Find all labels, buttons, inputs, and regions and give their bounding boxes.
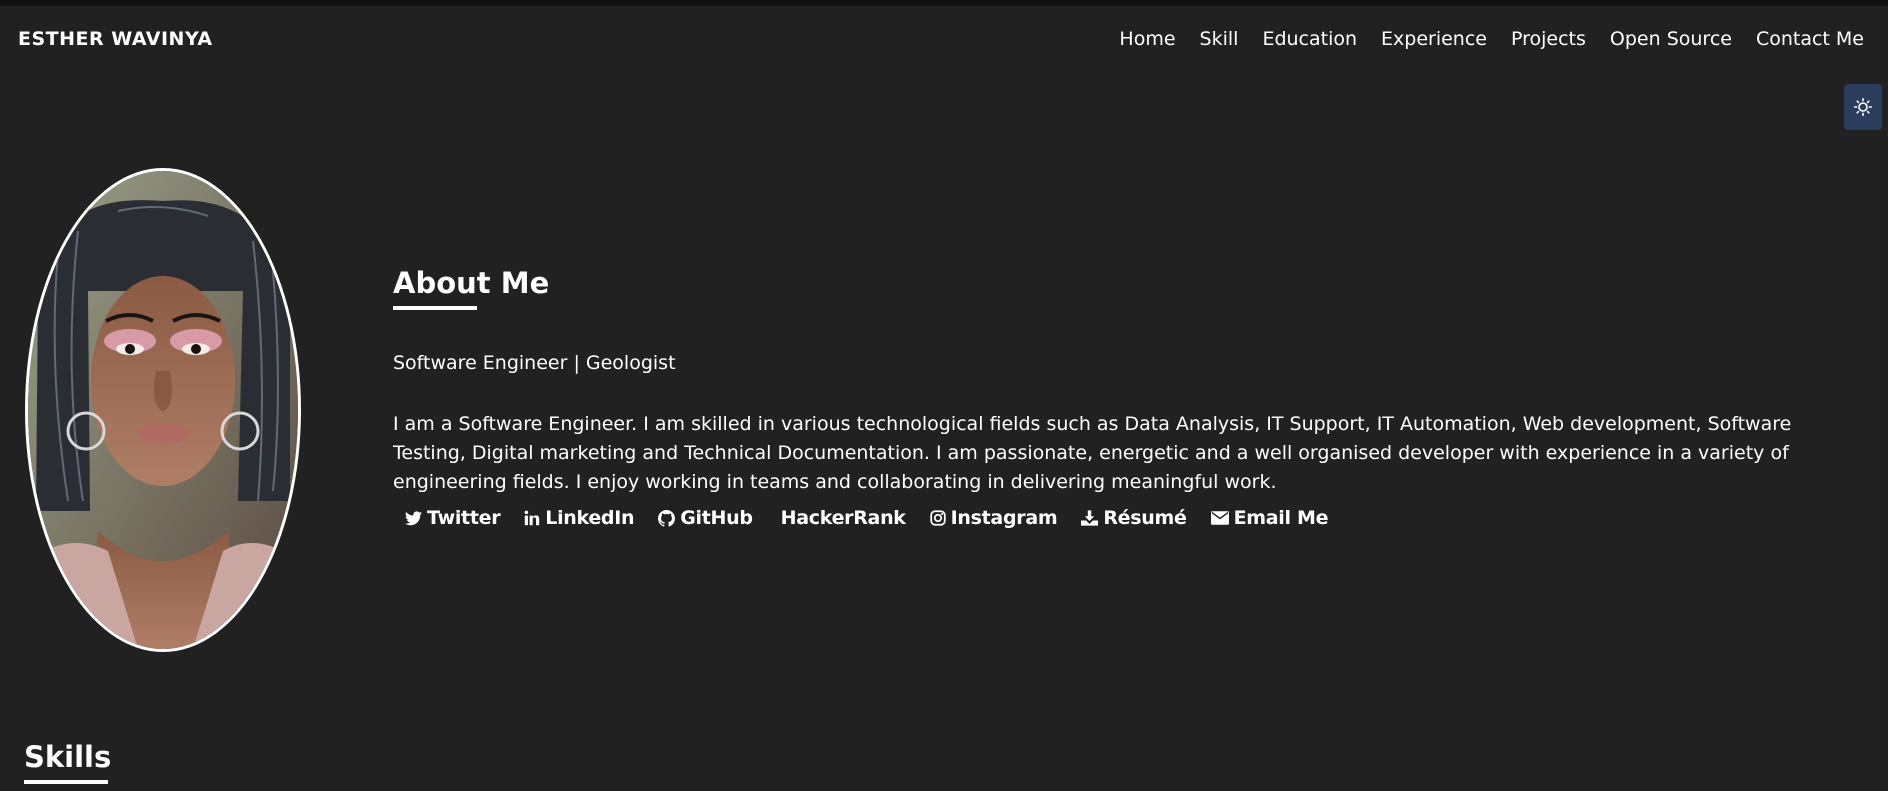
nav-home[interactable]: Home bbox=[1119, 28, 1175, 50]
instagram-label: Instagram bbox=[950, 507, 1058, 529]
sun-icon bbox=[1854, 98, 1872, 116]
nav-experience[interactable]: Experience bbox=[1381, 28, 1487, 50]
instagram-link[interactable]: Instagram bbox=[929, 507, 1058, 529]
social-links: Twitter LinkedIn GitHub HackerRank Insta… bbox=[405, 507, 1863, 529]
linkedin-link[interactable]: LinkedIn bbox=[524, 507, 635, 529]
about-subtitle: Software Engineer | Geologist bbox=[393, 352, 676, 374]
twitter-icon bbox=[405, 510, 422, 525]
about-title: About Me bbox=[393, 266, 550, 300]
about-description: I am a Software Engineer. I am skilled i… bbox=[393, 413, 1792, 493]
resume-link[interactable]: Résumé bbox=[1081, 507, 1187, 529]
resume-label: Résumé bbox=[1103, 507, 1187, 529]
skills-title-underline bbox=[24, 780, 108, 784]
brand-name[interactable]: ESTHER WAVINYA bbox=[18, 28, 213, 50]
skills-title: Skills bbox=[24, 740, 112, 774]
github-label: GitHub bbox=[680, 507, 753, 529]
profile-photo bbox=[25, 168, 301, 652]
nav-projects[interactable]: Projects bbox=[1511, 28, 1586, 50]
twitter-label: Twitter bbox=[427, 507, 501, 529]
email-link[interactable]: Email Me bbox=[1210, 507, 1329, 529]
hackerrank-label: HackerRank bbox=[780, 507, 906, 529]
nav-open-source[interactable]: Open Source bbox=[1610, 28, 1732, 50]
linkedin-label: LinkedIn bbox=[545, 507, 635, 529]
hackerrank-link[interactable]: HackerRank bbox=[781, 507, 906, 529]
envelope-icon bbox=[1210, 511, 1229, 525]
profile-photo-illustration bbox=[28, 171, 298, 649]
instagram-icon bbox=[929, 510, 946, 526]
about-title-underline bbox=[393, 306, 477, 310]
nav-contact-me[interactable]: Contact Me bbox=[1756, 28, 1864, 50]
skills-section: Skills bbox=[24, 740, 111, 784]
linkedin-icon bbox=[524, 510, 540, 526]
twitter-link[interactable]: Twitter bbox=[405, 507, 501, 529]
download-icon bbox=[1081, 510, 1099, 526]
email-label: Email Me bbox=[1233, 507, 1329, 529]
about-section: About Me Software Engineer | Geologist I… bbox=[393, 266, 1863, 529]
github-icon bbox=[658, 509, 676, 527]
nav-links: Home Skill Education Experience Projects… bbox=[1095, 28, 1864, 50]
theme-toggle-button[interactable] bbox=[1844, 84, 1882, 130]
nav-skill[interactable]: Skill bbox=[1200, 28, 1239, 50]
github-link[interactable]: GitHub bbox=[658, 507, 753, 529]
nav-education[interactable]: Education bbox=[1262, 28, 1357, 50]
navbar: ESTHER WAVINYA Home Skill Education Expe… bbox=[0, 6, 1888, 72]
